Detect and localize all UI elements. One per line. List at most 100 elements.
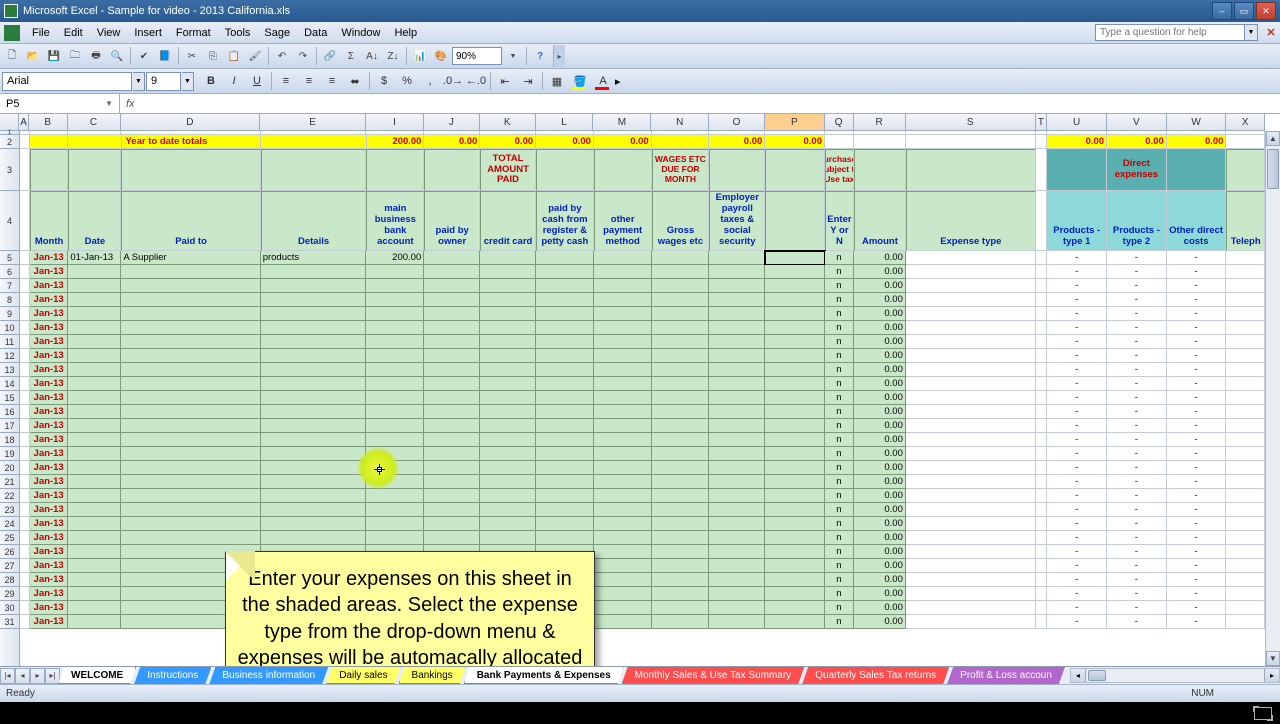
cell-V6[interactable]: -: [1107, 265, 1167, 279]
column-headers[interactable]: ABCDEIJKLMNOPQRSTUVWX: [0, 114, 1265, 131]
cell-J7[interactable]: [424, 279, 480, 293]
cell-C18[interactable]: [68, 433, 121, 447]
row-header-13[interactable]: 13: [0, 363, 19, 377]
cell-A7[interactable]: [20, 279, 30, 293]
cell-N26[interactable]: [652, 545, 710, 559]
cell-U9[interactable]: -: [1047, 307, 1107, 321]
toolbar-options-icon[interactable]: ▸: [553, 45, 565, 67]
cell-W8[interactable]: -: [1167, 293, 1227, 307]
cell-C24[interactable]: [68, 517, 121, 531]
cell-L4[interactable]: paid by cash from register & petty cash: [536, 191, 594, 251]
cell-D2[interactable]: Year to date totals: [122, 135, 261, 149]
cell-M4[interactable]: other payment method: [594, 191, 652, 251]
tab-nav-next-icon[interactable]: ▸: [30, 668, 45, 684]
cell-O18[interactable]: [709, 433, 765, 447]
cell-B16[interactable]: Jan-13: [30, 405, 69, 419]
cell-S30[interactable]: [906, 601, 1036, 615]
select-all-corner[interactable]: [0, 114, 19, 130]
cell-J3[interactable]: [424, 149, 480, 191]
cell-S20[interactable]: [906, 461, 1036, 475]
cell-K15[interactable]: [480, 391, 536, 405]
cell-Q2[interactable]: [825, 135, 854, 149]
cell-J6[interactable]: [424, 265, 480, 279]
cell-S19[interactable]: [906, 447, 1036, 461]
cell-W24[interactable]: -: [1167, 517, 1227, 531]
row-header-2[interactable]: 2: [0, 135, 19, 149]
cell-C16[interactable]: [68, 405, 121, 419]
cell-W6[interactable]: -: [1167, 265, 1227, 279]
cell-A4[interactable]: [20, 191, 30, 251]
cell-D14[interactable]: [121, 377, 260, 391]
cell-O26[interactable]: [709, 545, 765, 559]
cell-S12[interactable]: [906, 349, 1036, 363]
cell-N17[interactable]: [652, 419, 710, 433]
cell-C20[interactable]: [68, 461, 121, 475]
cell-Q21[interactable]: n: [825, 475, 854, 489]
cell-N2[interactable]: [652, 135, 710, 149]
cell-B27[interactable]: Jan-13: [30, 559, 69, 573]
cell-O29[interactable]: [709, 587, 765, 601]
col-header-K[interactable]: K: [480, 114, 536, 130]
cell-I2[interactable]: 200.00: [367, 135, 425, 149]
cell-B24[interactable]: Jan-13: [30, 517, 69, 531]
row-header-17[interactable]: 17: [0, 419, 19, 433]
cell-R2[interactable]: [854, 135, 906, 149]
cell-A6[interactable]: [20, 265, 30, 279]
cell-L10[interactable]: [536, 321, 594, 335]
cell-U13[interactable]: -: [1047, 363, 1107, 377]
cell-V13[interactable]: -: [1107, 363, 1167, 377]
cell-D24[interactable]: [121, 517, 260, 531]
cell-L21[interactable]: [536, 475, 594, 489]
cell-J25[interactable]: [424, 531, 480, 545]
cell-E4[interactable]: Details: [261, 191, 367, 251]
cell-C30[interactable]: [68, 601, 121, 615]
cell-E10[interactable]: [261, 321, 367, 335]
cell-T23[interactable]: [1036, 503, 1048, 517]
cell-P9[interactable]: [765, 307, 825, 321]
cell-J24[interactable]: [424, 517, 480, 531]
cell-S7[interactable]: [906, 279, 1036, 293]
cell-E8[interactable]: [261, 293, 367, 307]
cell-Q4[interactable]: Enter Y or N: [825, 191, 854, 251]
increase-indent-icon[interactable]: ⇥: [517, 71, 539, 91]
cell-R3[interactable]: [854, 149, 906, 191]
row-header-6[interactable]: 6: [0, 265, 19, 279]
cell-A2[interactable]: [20, 135, 30, 149]
sheet-tab-1[interactable]: Instructions: [134, 667, 211, 684]
cell-O15[interactable]: [709, 391, 765, 405]
cell-Q10[interactable]: n: [825, 321, 854, 335]
cell-T20[interactable]: [1036, 461, 1048, 475]
cell-B20[interactable]: Jan-13: [30, 461, 69, 475]
cell-Q19[interactable]: n: [825, 447, 854, 461]
cell-Q18[interactable]: n: [825, 433, 854, 447]
cell-B10[interactable]: Jan-13: [30, 321, 69, 335]
cell-B21[interactable]: Jan-13: [30, 475, 69, 489]
cell-K3[interactable]: TOTAL AMOUNT PAID: [480, 149, 536, 191]
font-color-icon[interactable]: A: [592, 71, 614, 91]
cell-R4[interactable]: Amount: [854, 191, 906, 251]
cell-R7[interactable]: 0.00: [854, 279, 906, 293]
borders-icon[interactable]: ▦: [546, 71, 568, 91]
cell-V12[interactable]: -: [1107, 349, 1167, 363]
cell-O23[interactable]: [709, 503, 765, 517]
cell-P14[interactable]: [765, 377, 825, 391]
maximize-button[interactable]: ▭: [1234, 2, 1254, 20]
cell-U24[interactable]: -: [1047, 517, 1107, 531]
cut-icon[interactable]: ✂: [182, 46, 202, 66]
cell-W27[interactable]: -: [1167, 559, 1227, 573]
cell-S31[interactable]: [906, 615, 1036, 629]
cell-T16[interactable]: [1036, 405, 1048, 419]
cell-P10[interactable]: [765, 321, 825, 335]
cell-L8[interactable]: [536, 293, 594, 307]
cell-N11[interactable]: [652, 335, 710, 349]
cell-E23[interactable]: [261, 503, 367, 517]
cell-L11[interactable]: [536, 335, 594, 349]
row-header-14[interactable]: 14: [0, 377, 19, 391]
cell-U12[interactable]: -: [1047, 349, 1107, 363]
cell-J12[interactable]: [424, 349, 480, 363]
cell-V5[interactable]: -: [1107, 251, 1167, 265]
vertical-scrollbar[interactable]: ▲ ▼: [1265, 131, 1280, 666]
cell-M20[interactable]: [594, 461, 652, 475]
cell-M25[interactable]: [594, 531, 652, 545]
row-header-27[interactable]: 27: [0, 559, 19, 573]
